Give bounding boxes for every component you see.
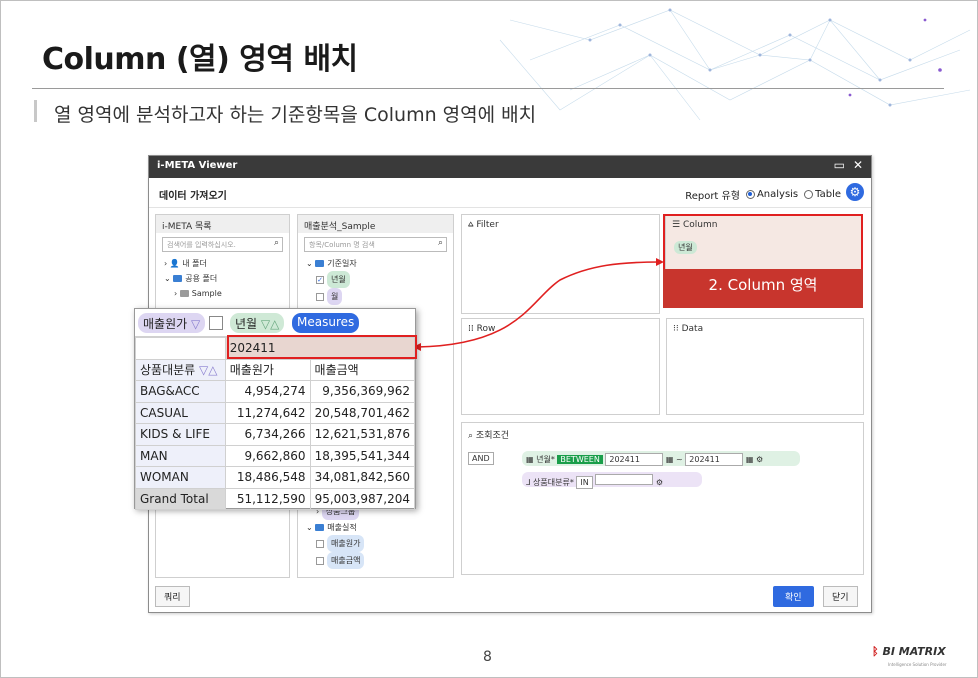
cond2-value-select[interactable] — [595, 474, 654, 485]
calendar-picker-icon[interactable]: ▦ — [666, 455, 674, 464]
folder-icon — [179, 290, 189, 297]
year-highlight-box — [227, 335, 417, 359]
condition-row-category: ⅃ 상품대분류* IN ⚙ — [522, 472, 702, 489]
filter-label: Filter — [476, 220, 499, 230]
sample-tree-lower: › 상품그룹 ⌄ 매출실적 매출원가 매출금액 — [298, 503, 365, 569]
table-row: KIDS & LIFE 6,734,266 12,621,531,876 — [135, 423, 416, 446]
imeta-tree: › 👤 내 폴더 ⌄ 공용 폴더 › Sample — [156, 256, 289, 301]
window-title: i-META Viewer — [157, 160, 238, 171]
window-titlebar: i-META Viewer ▭ ✕ — [149, 156, 871, 178]
close-button[interactable]: 닫기 — [823, 586, 858, 607]
row-area[interactable]: ⁞⁞ Row — [461, 318, 660, 415]
maximize-icon[interactable]: ▭ — [834, 158, 845, 172]
pivot-col-sales: 매출금액 — [309, 358, 416, 381]
slide-title: Column (열) 영역 배치 — [42, 42, 358, 77]
conditions-title: 조회조건 — [475, 431, 510, 441]
and-select[interactable]: AND — [468, 452, 494, 465]
pivot-col-cost: 매출원가 — [224, 358, 311, 381]
pivot-table: 202411 상품대분류 ▽△ 매출원가 매출금액 BAG&ACC 4,954,2… — [135, 337, 416, 510]
data-area[interactable]: ⁝⁝ Data — [666, 318, 864, 415]
cond1-from-input[interactable]: 202411 — [605, 453, 664, 466]
tree-item-sales-cost[interactable]: 매출원가 — [306, 535, 365, 552]
checkbox-icon[interactable] — [316, 556, 324, 565]
chip-yearmonth[interactable]: 년월 ▽△ — [230, 313, 285, 333]
tree-item-shared-folder[interactable]: ⌄ 공용 폴더 — [164, 271, 289, 286]
imeta-search-input[interactable]: 검색어를 입력하십시오. ⌕ — [162, 237, 283, 252]
tree-item-sales-amount[interactable]: 매출금액 — [306, 552, 365, 569]
search-icon[interactable]: ⌕ — [438, 238, 443, 248]
subtitle-marker — [34, 100, 37, 122]
table-row: CASUAL 11,274,642 20,548,701,462 — [135, 401, 416, 424]
search-icon[interactable]: ⌕ — [274, 238, 279, 248]
sample-tree: ⌄ 기준일자 ✓ 년월 월 — [298, 256, 453, 305]
radio-table[interactable]: Table — [804, 189, 841, 200]
row-icon: ⁞⁞ — [468, 324, 474, 334]
tree-item-my-folder[interactable]: › 👤 내 폴더 — [164, 256, 289, 271]
checkbox-icon[interactable] — [316, 539, 324, 548]
sample-panel-title: 매출분석_Sample — [298, 215, 453, 233]
column-search-input[interactable]: 항목/Column 명 검색 ⌕ — [304, 237, 447, 252]
calendar-picker-icon[interactable]: ▦ — [746, 455, 754, 464]
cond1-tilde: ~ — [676, 455, 683, 464]
report-type-label: Report 유형 — [685, 191, 740, 202]
company-logo: ᛒ BI MATRIX — [872, 645, 946, 658]
pivot-row-header: 상품대분류 ▽△ — [135, 358, 226, 381]
grand-total-row: Grand Total 51,112,590 95,003,987,204 — [135, 487, 416, 510]
settings-gear-button[interactable]: ⚙ — [846, 183, 864, 201]
condition-row-yearmonth: ▦ 년월* BETWEEN 202411 ▦ ~ 202411 ▦ ⚙ — [522, 451, 800, 466]
window-header: 데이터 가져오기 Report 유형 Analysis Table ⚙ — [149, 178, 871, 208]
gear-icon[interactable]: ⚙ — [656, 478, 663, 487]
tree-item-sample[interactable]: › Sample — [164, 286, 289, 301]
chip-sales-cost[interactable]: 매출원가 ▽ — [138, 313, 206, 333]
layout-icon[interactable] — [209, 316, 223, 330]
tree-item-sales-results[interactable]: ⌄ 매출실적 — [306, 520, 364, 535]
tree-item-month[interactable]: 월 — [306, 288, 453, 305]
title-divider — [32, 88, 944, 89]
close-icon[interactable]: ✕ — [853, 158, 863, 172]
tree-item-yearmonth[interactable]: ✓ 년월 — [306, 271, 453, 288]
table-row: WOMAN 18,486,548 34,081,842,560 — [135, 466, 416, 489]
conditions-panel: ⌕ 조회조건 — [461, 422, 864, 575]
calendar-icon: ▦ — [526, 455, 534, 464]
data-icon: ⁝⁝ — [673, 324, 679, 334]
search-icon: ⌕ — [468, 431, 474, 441]
gear-icon[interactable]: ⚙ — [756, 455, 763, 464]
table-row: BAG&ACC 4,954,274 9,356,369,962 — [135, 380, 416, 403]
cond1-field: 년월* — [536, 455, 555, 464]
folder-icon — [315, 524, 325, 531]
folder-icon — [315, 260, 325, 267]
header-title: 데이터 가져오기 — [159, 191, 227, 202]
imeta-list-title: i-META 목록 — [156, 215, 289, 233]
logo-mark-icon: ᛒ — [872, 645, 879, 658]
cond1-operator[interactable]: BETWEEN — [557, 455, 603, 464]
page-number: 8 — [483, 649, 492, 665]
data-label: Data — [681, 324, 704, 334]
hierarchy-icon: ⅃ — [526, 478, 531, 487]
pivot-empty-corner — [135, 337, 226, 360]
checkbox-icon[interactable] — [316, 292, 324, 301]
folder-icon — [173, 275, 183, 282]
ok-button[interactable]: 확인 — [773, 586, 814, 607]
table-row: MAN 9,662,860 18,395,541,344 — [135, 444, 416, 467]
filter-area[interactable]: ⩠ Filter — [461, 214, 660, 314]
cond2-operator[interactable]: IN — [576, 476, 593, 489]
cond2-field: 상품대분류* — [533, 478, 574, 487]
column-area-callout: 2. Column 영역 — [663, 269, 863, 308]
radio-off-icon — [804, 189, 814, 199]
network-decoration — [499, 8, 971, 121]
query-button[interactable]: 쿼리 — [155, 586, 190, 607]
pivot-toolbar: 매출원가 ▽ 년월 ▽△ Measures — [135, 309, 415, 337]
radio-on-icon — [745, 189, 755, 199]
slide-subtitle: 열 영역에 분석하고자 하는 기준항목을 Column 영역에 배치 — [54, 104, 537, 126]
logo-tagline: Intelligence Solution Provider — [888, 662, 947, 667]
filter-icon: ⩠ — [468, 220, 474, 230]
tree-item-base-date[interactable]: ⌄ 기준일자 — [306, 256, 453, 271]
report-type-group: Report 유형 Analysis Table — [685, 187, 841, 202]
row-label: Row — [476, 324, 496, 334]
checkbox-checked-icon[interactable]: ✓ — [316, 275, 324, 284]
chip-measures[interactable]: Measures — [292, 313, 360, 333]
cond1-to-input[interactable]: 202411 — [685, 453, 744, 466]
radio-analysis[interactable]: Analysis — [745, 189, 798, 200]
